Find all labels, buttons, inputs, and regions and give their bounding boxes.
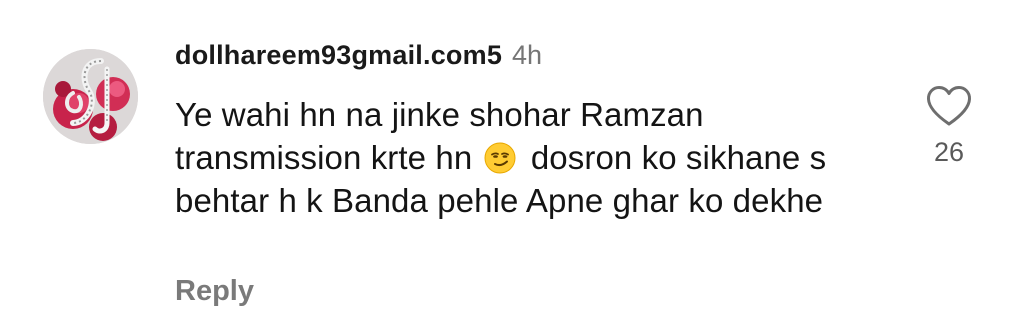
avatar-image [43, 49, 138, 144]
avatar[interactable] [43, 49, 138, 144]
comment-header: dollhareem93gmail.com5 4h [175, 40, 542, 80]
reply-button[interactable]: Reply [175, 275, 254, 308]
username[interactable]: dollhareem93gmail.com5 [175, 40, 502, 71]
smirking-face-icon [484, 141, 516, 174]
like-count: 26 [933, 137, 965, 167]
timestamp: 4h [512, 40, 543, 70]
comment-text: Ye wahi hn na jinke shohar Ramzan transm… [175, 93, 875, 222]
heart-icon[interactable] [925, 84, 973, 128]
comment-item: dollhareem93gmail.com5 4h Ye wahi hn na … [0, 0, 1024, 325]
